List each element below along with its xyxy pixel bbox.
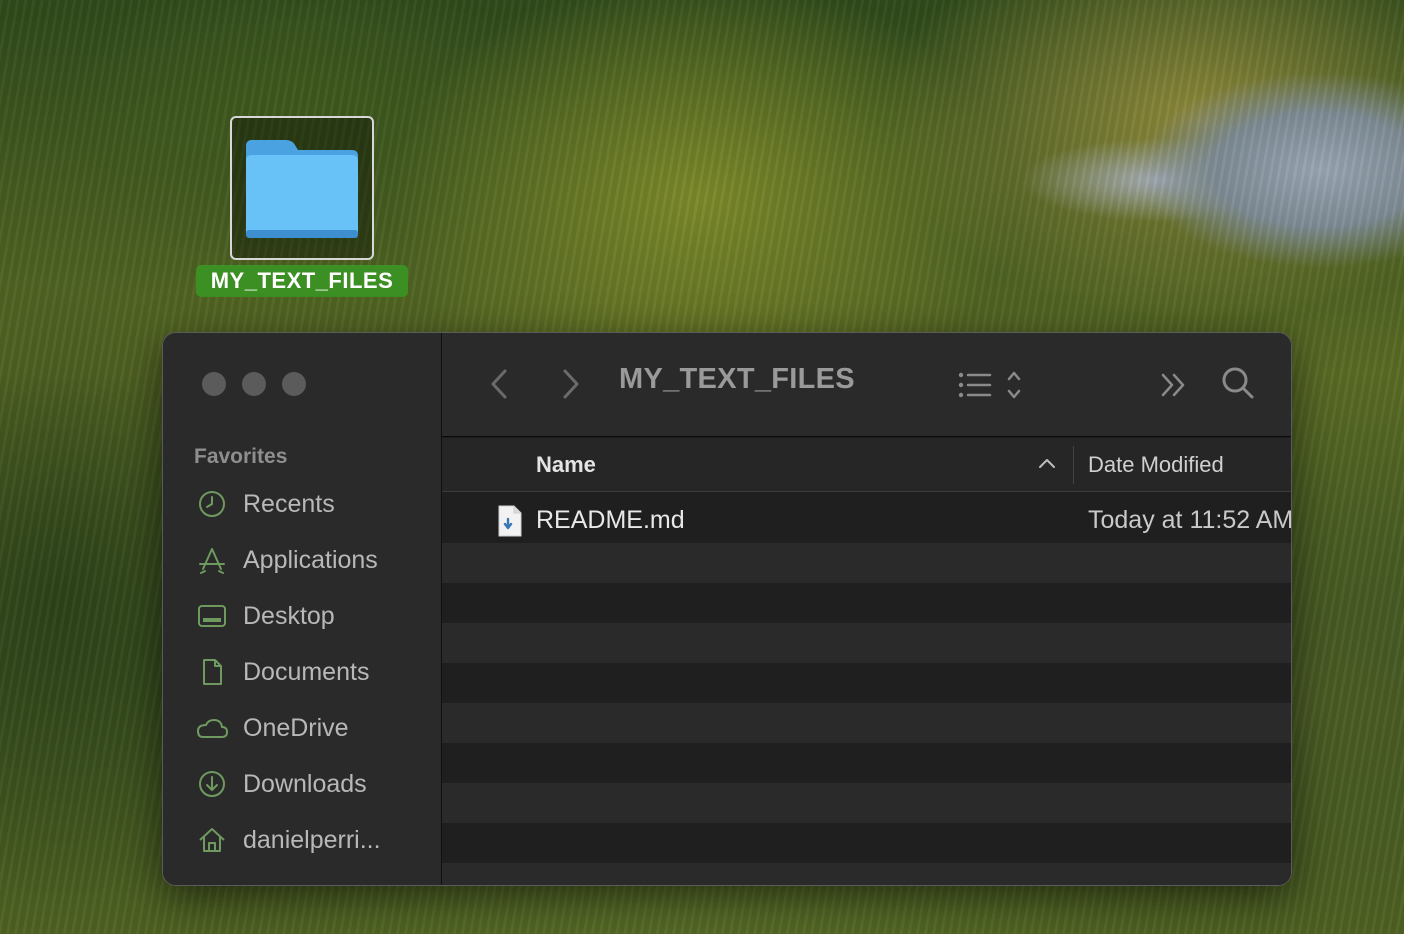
close-window-button[interactable]: [202, 372, 226, 396]
view-options-button[interactable]: [956, 367, 1036, 403]
sidebar-item-label: OneDrive: [243, 713, 349, 742]
sidebar-item-downloads[interactable]: Downloads: [195, 756, 435, 812]
column-header: Name Date Modified: [442, 438, 1291, 492]
sidebar-item-label: Documents: [243, 657, 370, 686]
download-icon: [195, 767, 229, 801]
empty-row: [442, 743, 1291, 783]
file-list: README.md Today at 11:52 AM: [442, 493, 1291, 885]
desktop-folder-label[interactable]: MY_TEXT_FILES: [196, 265, 408, 297]
column-divider[interactable]: [1073, 446, 1074, 484]
sidebar-section-favorites: Favorites: [194, 445, 288, 468]
column-header-name[interactable]: Name: [536, 452, 596, 478]
toolbar-overflow-button[interactable]: [1157, 369, 1191, 401]
document-icon: [195, 655, 229, 689]
window-controls: [202, 372, 306, 396]
file-row-readme[interactable]: README.md Today at 11:52 AM: [442, 493, 1291, 543]
forward-button[interactable]: [554, 365, 588, 403]
folder-icon: [246, 140, 358, 238]
desktop-icon: [195, 599, 229, 633]
sort-ascending-icon[interactable]: [1038, 456, 1056, 470]
empty-row: [442, 623, 1291, 663]
empty-row: [442, 783, 1291, 823]
empty-row: [442, 823, 1291, 863]
finder-main: MY_TEXT_FILES Name Date Modified README.…: [442, 333, 1291, 885]
sidebar-item-onedrive[interactable]: OneDrive: [195, 700, 435, 756]
sidebar-item-applications[interactable]: Applications: [195, 532, 435, 588]
sidebar-item-documents[interactable]: Documents: [195, 644, 435, 700]
sidebar-list: Recents Applications Desktop Documents O…: [195, 476, 435, 868]
sidebar-item-label: Downloads: [243, 769, 367, 798]
list-view-icon: [958, 371, 1021, 399]
column-header-date-modified[interactable]: Date Modified: [1088, 452, 1224, 478]
cloud-icon: [195, 711, 229, 745]
desktop-folder-my-text-files[interactable]: MY_TEXT_FILES: [196, 116, 408, 302]
markdown-file-icon: [498, 505, 522, 537]
window-title: MY_TEXT_FILES: [619, 363, 855, 395]
clock-icon: [195, 487, 229, 521]
sidebar-item-desktop[interactable]: Desktop: [195, 588, 435, 644]
home-icon: [195, 823, 229, 857]
file-name: README.md: [536, 506, 685, 534]
minimize-window-button[interactable]: [242, 372, 266, 396]
file-date-modified: Today at 11:52 AM: [1088, 506, 1292, 534]
back-button[interactable]: [482, 365, 516, 403]
sidebar-item-label: Desktop: [243, 601, 335, 630]
empty-row: [442, 703, 1291, 743]
chevron-left-icon: [491, 369, 507, 399]
empty-row: [442, 543, 1291, 583]
sidebar-item-label: Recents: [243, 489, 335, 518]
search-icon: [1222, 367, 1254, 399]
finder-window: Favorites Recents Applications Desktop D…: [162, 332, 1292, 886]
sidebar-item-recents[interactable]: Recents: [195, 476, 435, 532]
sidebar-item-home[interactable]: danielperri...: [195, 812, 435, 868]
sidebar-item-label: Applications: [243, 545, 378, 574]
finder-sidebar: Favorites Recents Applications Desktop D…: [163, 333, 442, 885]
empty-row: [442, 583, 1291, 623]
chevron-right-icon: [563, 369, 579, 399]
zoom-window-button[interactable]: [282, 372, 306, 396]
double-chevron-right-icon: [1161, 373, 1185, 397]
empty-row: [442, 663, 1291, 703]
folder-icon-frame[interactable]: [230, 116, 374, 260]
sidebar-item-label: danielperri...: [243, 825, 381, 854]
finder-toolbar: MY_TEXT_FILES: [442, 333, 1291, 437]
applications-icon: [195, 543, 229, 577]
search-button[interactable]: [1218, 363, 1258, 403]
empty-row: [442, 863, 1291, 885]
